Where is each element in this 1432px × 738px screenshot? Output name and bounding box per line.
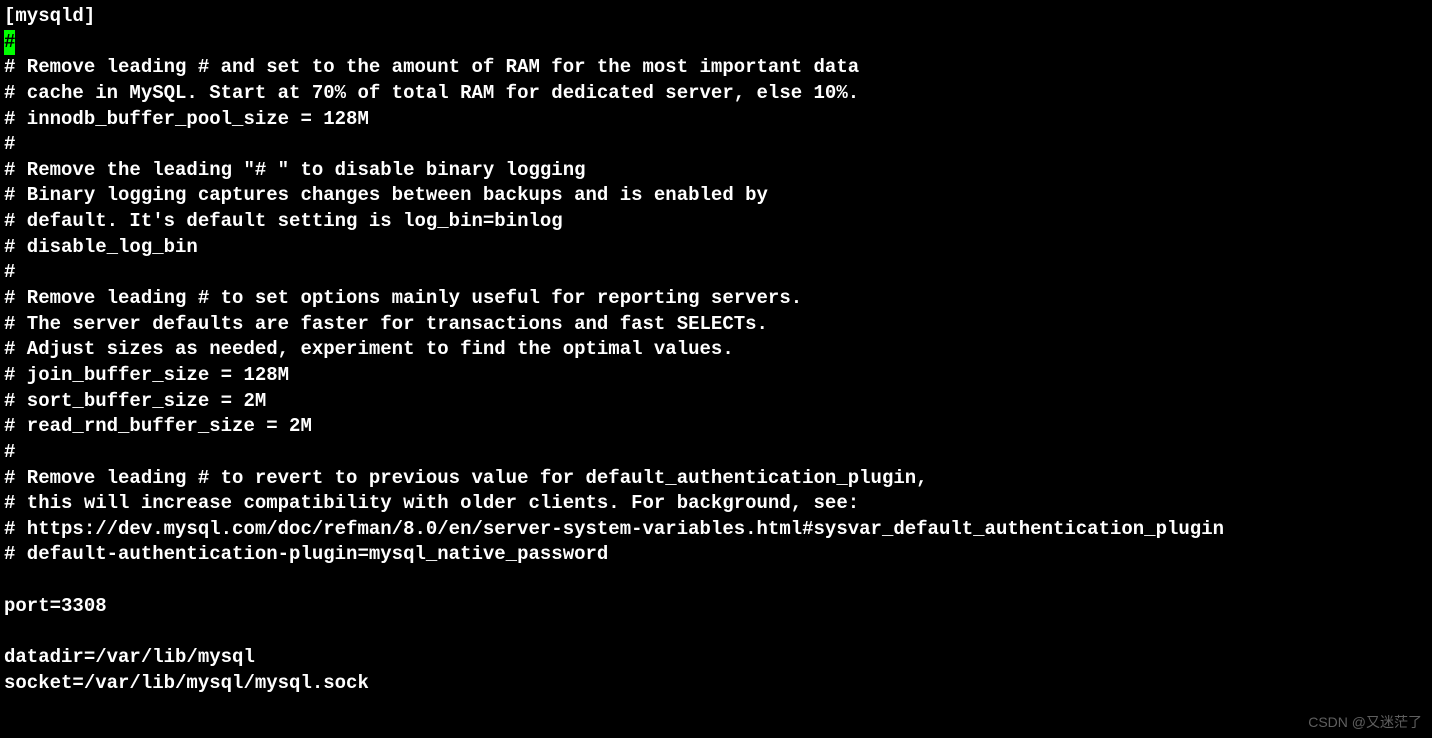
config-line: # https://dev.mysql.com/doc/refman/8.0/e… — [4, 518, 1224, 540]
config-line: # Remove leading # to revert to previous… — [4, 467, 928, 489]
config-line: socket=/var/lib/mysql/mysql.sock — [4, 672, 369, 694]
config-line: port=3308 — [4, 595, 107, 617]
config-line: # default. It's default setting is log_b… — [4, 210, 563, 232]
config-line: # Adjust sizes as needed, experiment to … — [4, 338, 734, 360]
terminal-cursor: # — [4, 30, 15, 56]
watermark-text: CSDN @又迷茫了 — [1308, 713, 1422, 732]
config-line: # Remove leading # and set to the amount… — [4, 56, 859, 78]
config-line: # this will increase compatibility with … — [4, 492, 859, 514]
config-line: # Remove leading # to set options mainly… — [4, 287, 802, 309]
config-line: # — [4, 133, 15, 155]
config-line: # disable_log_bin — [4, 236, 198, 258]
config-line: # — [4, 261, 15, 283]
config-line: # Binary logging captures changes betwee… — [4, 184, 768, 206]
config-line: # — [4, 441, 15, 463]
config-line: # The server defaults are faster for tra… — [4, 313, 768, 335]
terminal-output[interactable]: [mysqld] # # Remove leading # and set to… — [4, 4, 1432, 696]
config-line: # read_rnd_buffer_size = 2M — [4, 415, 312, 437]
config-line: [mysqld] — [4, 5, 95, 27]
config-line: # cache in MySQL. Start at 70% of total … — [4, 82, 859, 104]
config-line: # join_buffer_size = 128M — [4, 364, 289, 386]
config-line: # sort_buffer_size = 2M — [4, 390, 266, 412]
config-line: # innodb_buffer_pool_size = 128M — [4, 108, 369, 130]
config-line: # default-authentication-plugin=mysql_na… — [4, 543, 608, 565]
config-line: datadir=/var/lib/mysql — [4, 646, 255, 668]
config-line: # Remove the leading "# " to disable bin… — [4, 159, 586, 181]
